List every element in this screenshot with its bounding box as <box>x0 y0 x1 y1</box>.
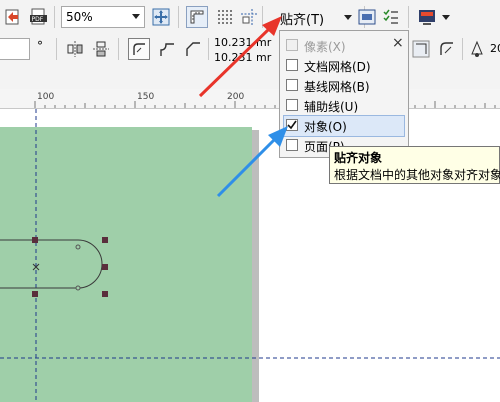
blue-arrow-shaft <box>216 136 278 198</box>
annotation-arrows <box>198 16 288 198</box>
red-arrow-shaft <box>198 26 272 98</box>
